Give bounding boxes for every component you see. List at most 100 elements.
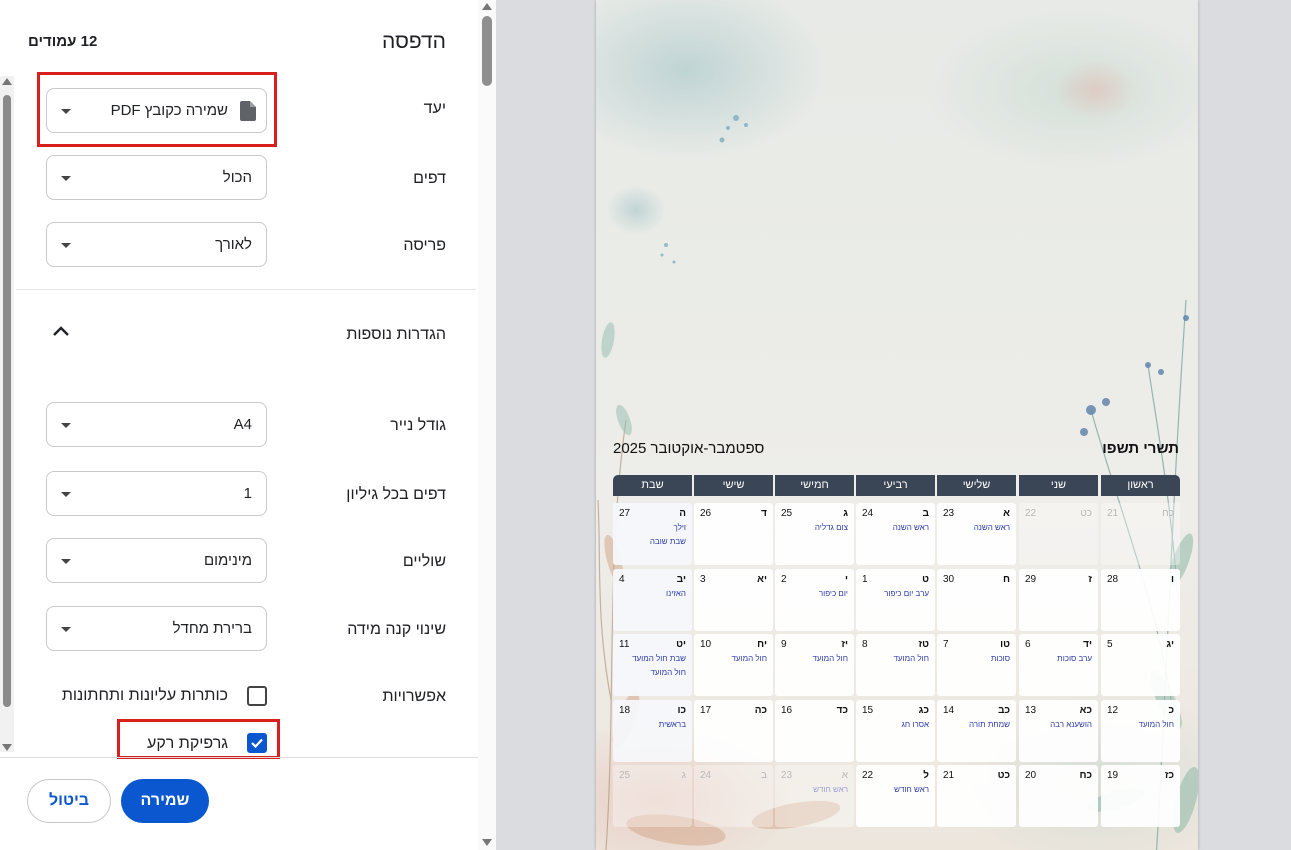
layout-value: לאורך (215, 236, 252, 253)
dialog-scrollbar-thumb[interactable] (482, 16, 492, 86)
calendar-event: ראש השנה (973, 523, 1010, 532)
calendar-hebrew-title: תשרי תשפו (1102, 440, 1179, 457)
day-header: חמישי (775, 475, 854, 496)
more-settings-label[interactable]: הגדרות נוספות (346, 326, 446, 344)
scroll-down-icon[interactable] (2, 744, 12, 751)
gregorian-date: 13 (1025, 705, 1037, 716)
headers-footers-label[interactable]: כותרות עליונות ותחתונות (62, 687, 228, 705)
calendar-day-cell: כג 15 אסרו חג (856, 700, 935, 762)
calendar-event: ראש השנה (892, 523, 929, 532)
pages-per-sheet-select[interactable]: 1 (46, 471, 267, 516)
hebrew-date: א (841, 770, 848, 781)
chevron-up-icon[interactable] (52, 325, 70, 337)
hebrew-date: י (844, 574, 848, 585)
hebrew-date: יב (676, 574, 686, 585)
calendar-day-cell: יז 9 חול המועד (775, 634, 854, 696)
cancel-button[interactable]: ביטול (27, 779, 111, 823)
gregorian-date: 24 (700, 770, 712, 781)
gregorian-date: 26 (700, 508, 712, 519)
calendar-day-cell: ו 28 (1101, 569, 1180, 631)
margins-select[interactable]: מינימום (46, 538, 267, 583)
destination-highlight (37, 72, 277, 147)
calendar-event: ראש חודש (894, 785, 929, 794)
gregorian-date: 11 (619, 639, 630, 650)
headers-footers-checkbox[interactable] (247, 686, 267, 706)
calendar-day-cell: ח 30 (937, 569, 1016, 631)
calendar-day-cell: יח 10 חול המועד (694, 634, 773, 696)
footer-divider (0, 757, 478, 758)
hebrew-date: כו (677, 705, 686, 716)
hebrew-date: ד (761, 508, 767, 519)
calendar-day-cell: יב 4 האזינו (613, 569, 692, 631)
calendar-event: שמחת תורה (968, 720, 1010, 729)
hebrew-date: כג (918, 705, 929, 716)
gregorian-date: 23 (781, 770, 793, 781)
chevron-down-icon (61, 559, 71, 564)
hebrew-date: א (1003, 508, 1010, 519)
calendar-day-cell: ד 26 (694, 503, 773, 565)
day-header: ראשון (1101, 475, 1180, 496)
calendar-day-cell: יא 3 (694, 569, 773, 631)
options-label: אפשרויות (382, 688, 446, 705)
pages-select[interactable]: הכול (46, 155, 267, 200)
hebrew-date: יח (757, 639, 767, 650)
background-graphics-highlight (117, 719, 280, 759)
calendar-day-cell: טו 7 סוכות (937, 634, 1016, 696)
hebrew-date: ג (843, 508, 848, 519)
gregorian-date: 15 (862, 705, 874, 716)
hebrew-date: טז (918, 639, 929, 650)
chevron-down-icon (61, 243, 71, 248)
save-button[interactable]: שמירה (121, 779, 209, 823)
hebrew-date: כד (836, 705, 848, 716)
hebrew-date: כח (1079, 770, 1092, 781)
calendar-event: צום גדליה (814, 523, 848, 532)
gregorian-date: 16 (781, 705, 793, 716)
hebrew-date: ג (681, 770, 686, 781)
gregorian-date: 22 (1025, 508, 1037, 519)
preview-page: תשרי תשפו ספטמבר-אוקטובר 2025 ראשון שני של… (596, 0, 1198, 850)
calendar-event: סוכות (990, 654, 1010, 663)
settings-scrollbar-thumb[interactable] (3, 95, 11, 707)
layout-label: פריסה (403, 237, 446, 254)
calendar-event: חול המועד (893, 654, 929, 663)
dialog-scrollbar[interactable] (478, 0, 496, 850)
calendar-day-cell: ט 1 ערב יום כיפור (856, 569, 935, 631)
calendar-event: שבת שובה (649, 537, 686, 546)
calendar-event: חול המועד (731, 654, 767, 663)
gregorian-date: 29 (1025, 574, 1037, 585)
hebrew-date: טו (1000, 639, 1010, 650)
hebrew-date: כה (754, 705, 767, 716)
calendar-event: חול המועד (812, 654, 848, 663)
margins-value: מינימום (203, 552, 252, 569)
hebrew-date: כ (1168, 705, 1174, 716)
scale-value: ברירת מחדל (172, 620, 252, 637)
day-header: שלישי (937, 475, 1016, 496)
hebrew-date: יא (757, 574, 767, 585)
calendar-event: וילך (673, 523, 686, 532)
paper-size-select[interactable]: A4 (46, 402, 267, 447)
scroll-up-icon[interactable] (2, 78, 12, 85)
gregorian-date: 25 (781, 508, 793, 519)
dialog-title: הדפסה (381, 30, 446, 53)
calendar-day-cell: כט 22 (1019, 503, 1098, 565)
calendar-event: ערב יום כיפור (884, 589, 929, 598)
hebrew-date: כט (1080, 508, 1092, 519)
hebrew-date: ז (1088, 574, 1092, 585)
layout-select[interactable]: לאורך (46, 222, 267, 267)
pages-value: הכול (222, 169, 252, 186)
scale-select[interactable]: ברירת מחדל (46, 606, 267, 651)
chevron-down-icon (61, 492, 71, 497)
calendar-day-cell: יד 6 ערב סוכות (1019, 634, 1098, 696)
paper-size-value: A4 (233, 416, 252, 433)
calendar-day-cell: כט 21 (937, 765, 1016, 827)
page-count: 12 עמודים (28, 33, 98, 50)
scroll-up-icon[interactable] (482, 3, 492, 10)
calendar-day-cell: כו 18 בראשית (613, 700, 692, 762)
scroll-down-icon[interactable] (482, 839, 492, 846)
gregorian-date: 10 (700, 639, 712, 650)
hebrew-date: ל (923, 770, 929, 781)
calendar-event: הושענא רבה (1050, 720, 1092, 729)
calendar-day-cell: ל 22 ראש חודש (856, 765, 935, 827)
calendar-day-cell: כח 21 (1101, 503, 1180, 565)
hebrew-date: יז (841, 639, 848, 650)
